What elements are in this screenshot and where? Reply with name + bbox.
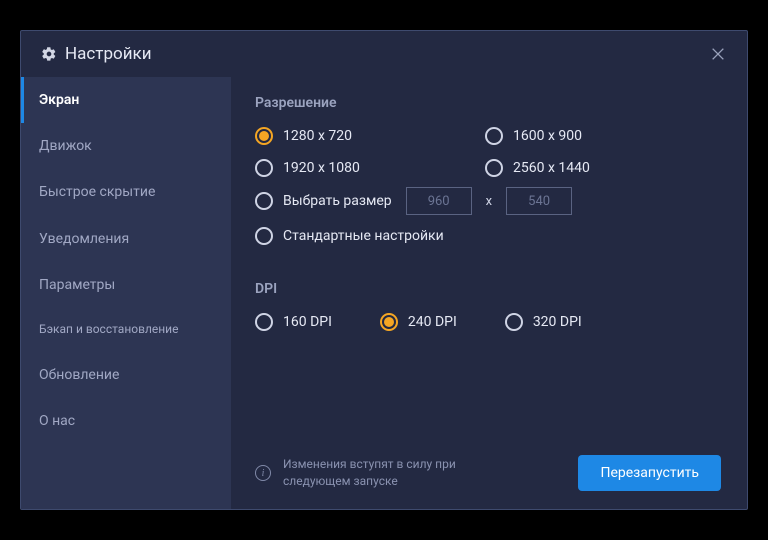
- radio-indicator-icon: [485, 127, 503, 145]
- radio-indicator-icon: [255, 313, 273, 331]
- footer-note: Изменения вступят в силу при следующем з…: [283, 456, 523, 490]
- gear-icon: [41, 46, 57, 62]
- sidebar: Экран Движок Быстрое скрытие Уведомления…: [21, 77, 231, 509]
- restart-button[interactable]: Перезапустить: [578, 455, 721, 491]
- radio-label: Стандартные настройки: [283, 228, 444, 244]
- radio-label: 160 DPI: [283, 314, 332, 330]
- footer: i Изменения вступят в силу при следующем…: [255, 437, 721, 491]
- header: Настройки: [21, 31, 747, 77]
- sidebar-item-label: Параметры: [39, 277, 115, 293]
- body: Экран Движок Быстрое скрытие Уведомления…: [21, 77, 747, 509]
- radio-2560x1440[interactable]: 2560 x 1440: [485, 159, 721, 177]
- radio-1600x900[interactable]: 1600 x 900: [485, 127, 721, 145]
- dpi-row: 160 DPI 240 DPI 320 DPI: [255, 313, 721, 331]
- radio-indicator-icon: [255, 127, 273, 145]
- dpi-section: DPI 160 DPI 240 DPI 320 DPI: [255, 281, 721, 331]
- radio-label: 320 DPI: [533, 314, 582, 330]
- sidebar-item-label: Бэкап и восстановление: [39, 322, 178, 336]
- radio-label: 1920 x 1080: [283, 160, 360, 176]
- sidebar-item-label: Движок: [39, 138, 92, 154]
- radio-indicator-icon: [255, 159, 273, 177]
- sidebar-item-label: Уведомления: [39, 231, 129, 247]
- sidebar-item-update[interactable]: Обновление: [21, 352, 231, 398]
- resolution-custom-row: Выбрать размер x: [255, 187, 721, 215]
- radio-indicator-icon: [255, 227, 273, 245]
- close-icon[interactable]: [707, 43, 729, 65]
- radio-indicator-icon: [485, 159, 503, 177]
- header-title-wrap: Настройки: [41, 44, 152, 64]
- sidebar-item-label: Экран: [39, 92, 79, 108]
- window-title: Настройки: [65, 44, 152, 64]
- radio-label: Выбрать размер: [283, 193, 392, 209]
- x-separator: x: [486, 194, 492, 209]
- sidebar-item-label: Обновление: [39, 367, 119, 383]
- radio-label: 1600 x 900: [513, 128, 582, 144]
- radio-label: 240 DPI: [408, 314, 457, 330]
- radio-label: 2560 x 1440: [513, 160, 590, 176]
- radio-240dpi[interactable]: 240 DPI: [380, 313, 457, 331]
- resolution-title: Разрешение: [255, 95, 721, 111]
- sidebar-item-quickhide[interactable]: Быстрое скрытие: [21, 169, 231, 215]
- sidebar-item-engine[interactable]: Движок: [21, 123, 231, 169]
- radio-default-settings[interactable]: Стандартные настройки: [255, 227, 444, 245]
- sidebar-item-label: Быстрое скрытие: [39, 184, 155, 200]
- content: Разрешение 1280 x 720 1600 x 900 1920 x …: [231, 77, 747, 509]
- sidebar-item-notifications[interactable]: Уведомления: [21, 216, 231, 262]
- radio-160dpi[interactable]: 160 DPI: [255, 313, 332, 331]
- radio-indicator-icon: [505, 313, 523, 331]
- sidebar-item-label: О нас: [39, 413, 75, 429]
- sidebar-item-parameters[interactable]: Параметры: [21, 262, 231, 308]
- sidebar-item-about[interactable]: О нас: [21, 398, 231, 444]
- radio-320dpi[interactable]: 320 DPI: [505, 313, 582, 331]
- sidebar-item-screen[interactable]: Экран: [21, 77, 231, 123]
- settings-window: Настройки Экран Движок Быстрое скрытие У…: [20, 30, 748, 510]
- dpi-title: DPI: [255, 281, 721, 297]
- info-icon: i: [255, 465, 271, 481]
- radio-indicator-icon: [380, 313, 398, 331]
- sidebar-item-backup[interactable]: Бэкап и восстановление: [21, 308, 231, 352]
- resolution-default-row: Стандартные настройки: [255, 227, 721, 245]
- radio-1920x1080[interactable]: 1920 x 1080: [255, 159, 485, 177]
- resolution-grid: 1280 x 720 1600 x 900 1920 x 1080 2560 x…: [255, 127, 721, 177]
- radio-custom-size[interactable]: Выбрать размер: [255, 192, 392, 210]
- custom-height-input[interactable]: [506, 187, 572, 215]
- custom-width-input[interactable]: [406, 187, 472, 215]
- radio-1280x720[interactable]: 1280 x 720: [255, 127, 485, 145]
- radio-indicator-icon: [255, 192, 273, 210]
- radio-label: 1280 x 720: [283, 128, 352, 144]
